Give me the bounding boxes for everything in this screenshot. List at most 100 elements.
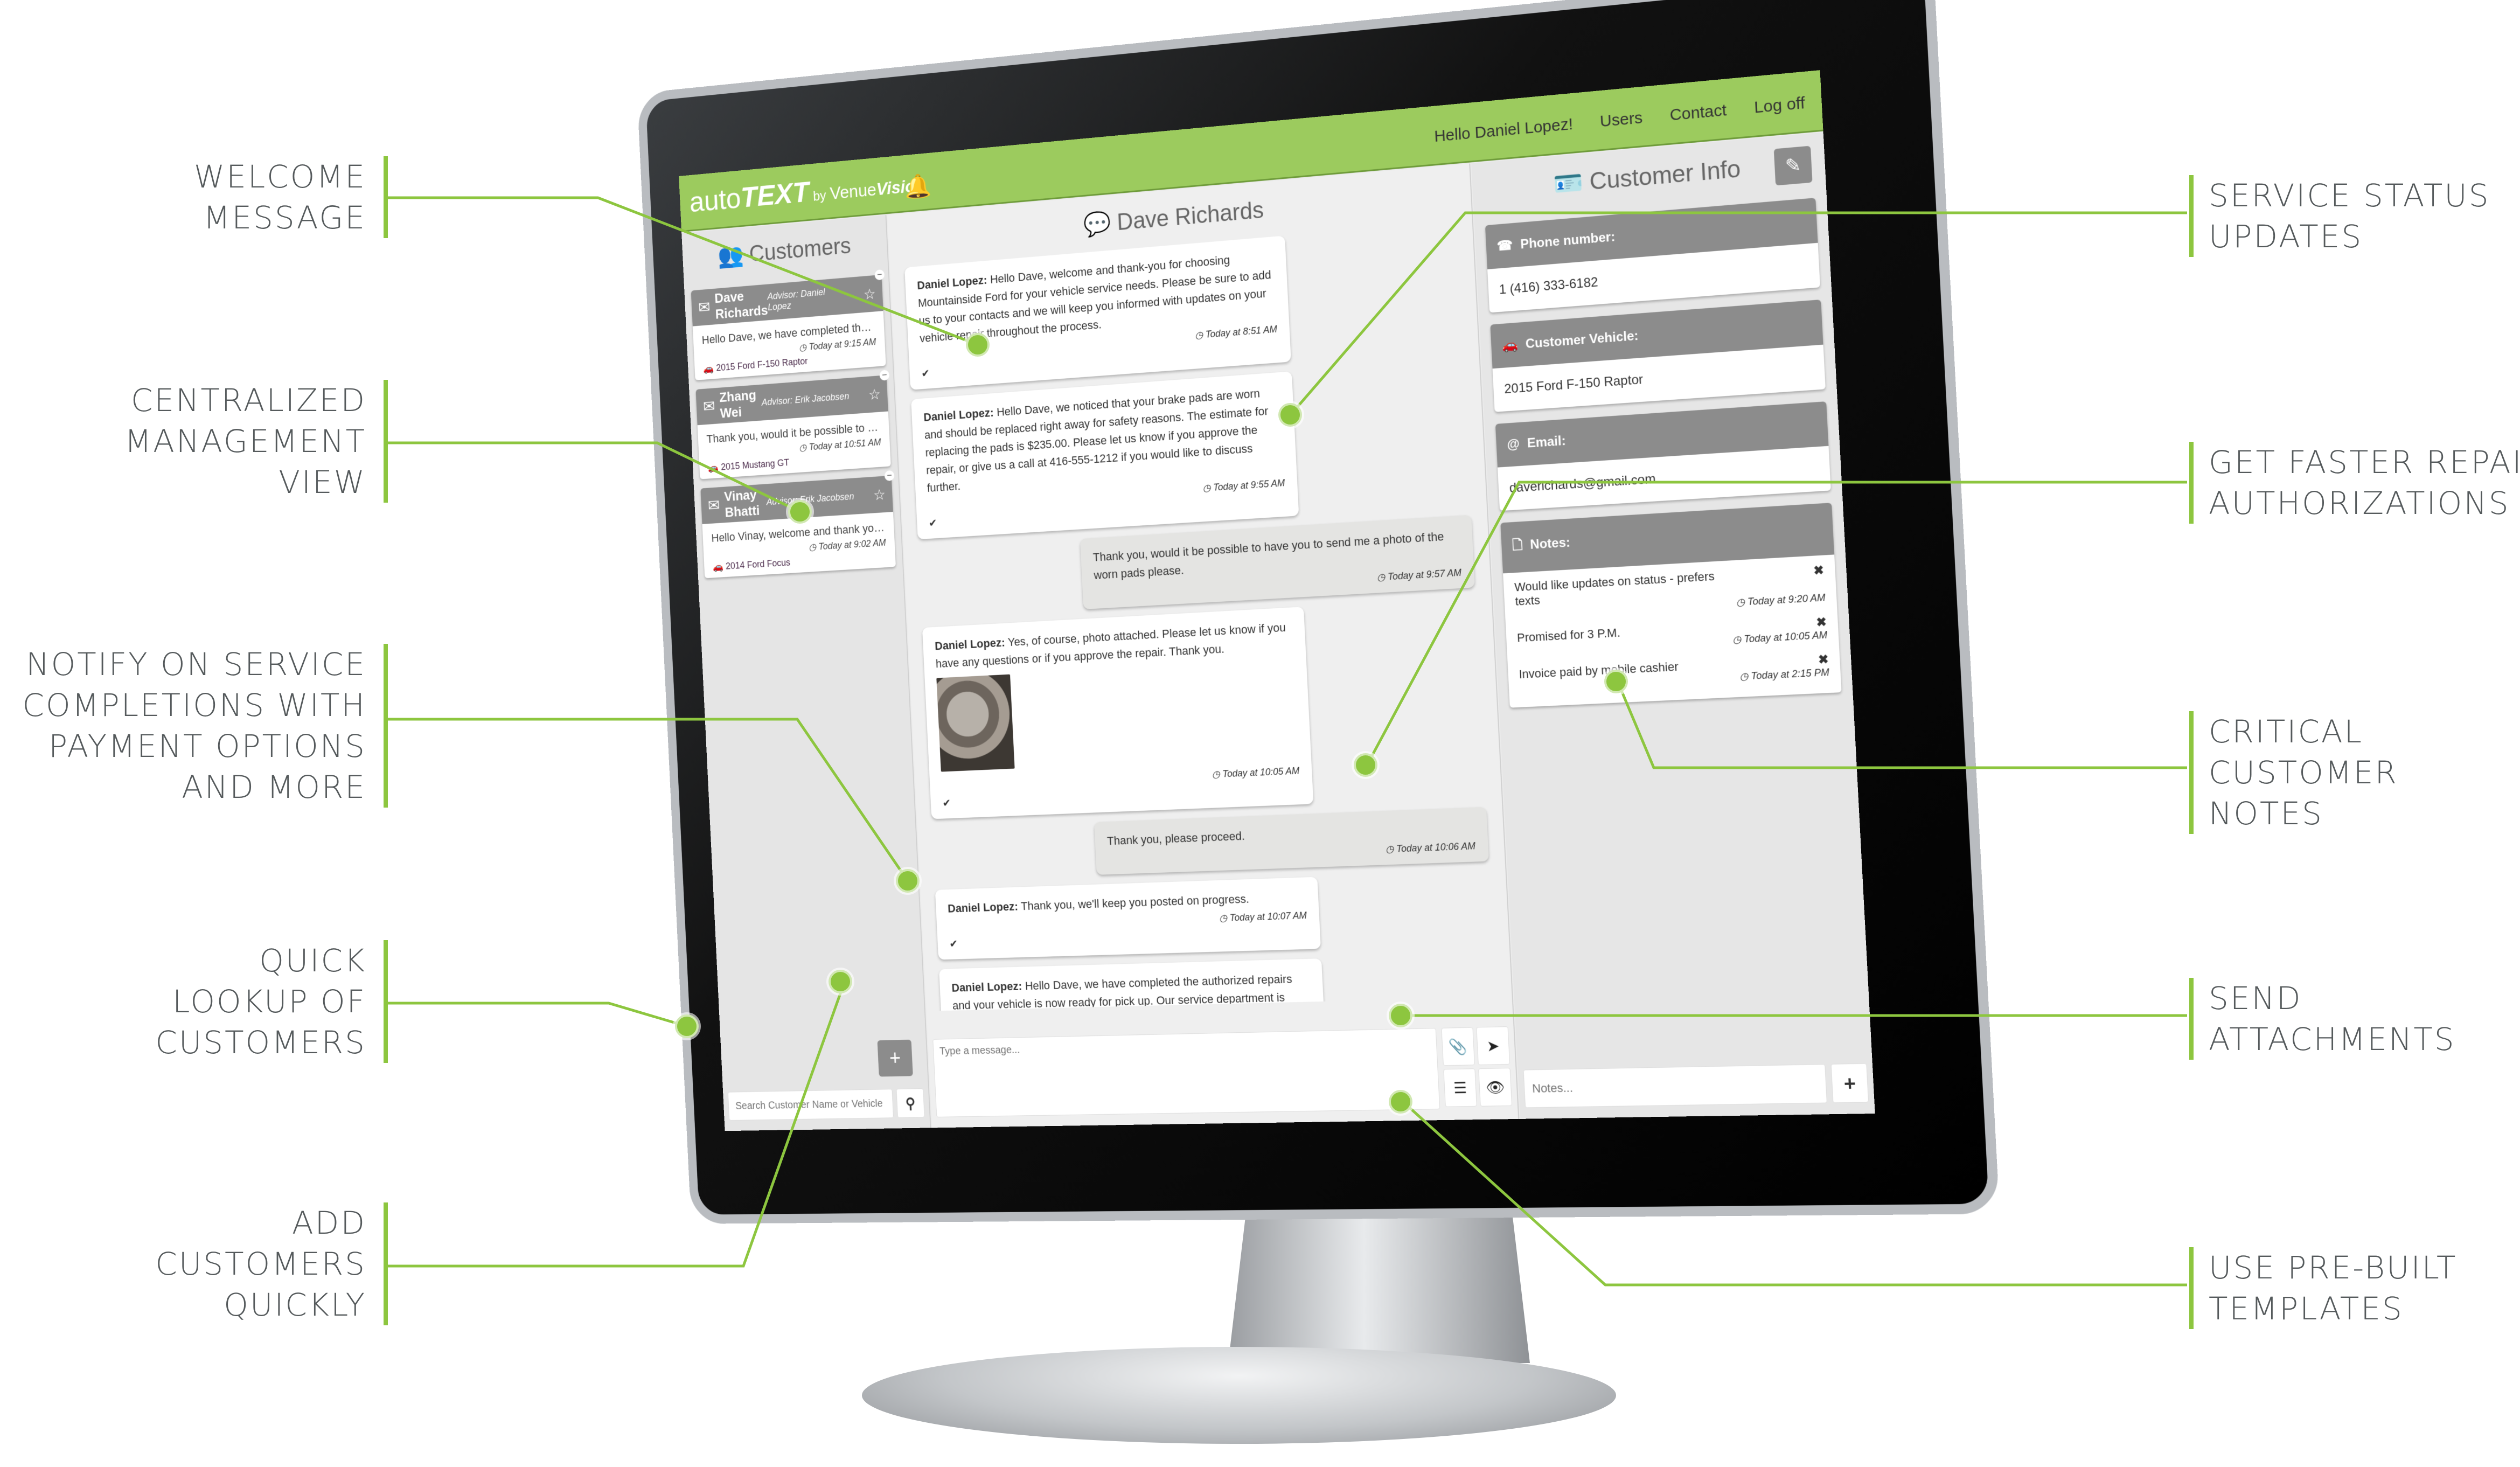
customer-search-input[interactable] (727, 1089, 894, 1121)
outgoing-message: Daniel Lopez: Hello Dave, we have comple… (939, 958, 1329, 1011)
callout-bar (2189, 175, 2194, 257)
clock-icon: ◷ (1739, 670, 1752, 683)
outgoing-message: Daniel Lopez: Thank you, we'll keep you … (935, 877, 1321, 960)
clock-icon: ◷ (1732, 634, 1744, 645)
compose-area: 📎 ➤ ☰ 👁 (932, 1026, 1513, 1117)
attached-photo[interactable] (936, 674, 1015, 772)
greeting: Hello Daniel Lopez! (1433, 115, 1574, 146)
note-text: Promised for 3 P.M. (1516, 625, 1621, 645)
templates-button[interactable]: ☰ (1443, 1068, 1477, 1107)
message-time-text: Today at 10:06 AM (1396, 840, 1476, 854)
callout-critical-notes: CRITICAL CUSTOMER NOTES (2189, 711, 2510, 834)
minus-icon[interactable]: − (874, 269, 885, 281)
plus-icon: + (1843, 1072, 1856, 1095)
compose-tools: 📎 ➤ ☰ 👁 (1441, 1026, 1513, 1109)
callout-line: LOOKUP OF (172, 983, 366, 1020)
send-button[interactable]: ➤ (1476, 1026, 1510, 1066)
notes-label: Notes: (1529, 535, 1571, 552)
nav-contact[interactable]: Contact (1669, 101, 1727, 125)
customers-title-text: Customers (748, 233, 852, 267)
top-nav: Hello Daniel Lopez! Users Contact Log of… (1434, 94, 1806, 146)
callout-bar (2189, 1247, 2194, 1329)
note-text: Would like updates on status - prefers t… (1514, 569, 1715, 608)
callout-repair-authorizations: GET FASTER REPAIR AUTHORIZATIONS (2189, 442, 2520, 524)
customer-name: Zhang Wei (719, 387, 757, 421)
add-note-button[interactable]: + (1830, 1063, 1869, 1103)
attach-button[interactable]: 📎 (1441, 1027, 1475, 1066)
clock-icon: ◷ (1212, 768, 1223, 780)
clock-icon: ◷ (1376, 571, 1388, 583)
notes-input[interactable] (1523, 1064, 1827, 1108)
envelope-icon: ✉ (707, 496, 720, 515)
vehicle-label: Customer Vehicle: (1525, 328, 1639, 352)
callout-line: NOTIFY ON SERVICE (26, 646, 366, 683)
customer-info-panel: 🪪 Customer Info ✎ ☎ Phone number: 1 (416) … (1471, 132, 1875, 1119)
minus-icon[interactable]: − (884, 470, 895, 482)
callout-line: NOTES (2209, 795, 2323, 832)
callout-bar (384, 1202, 388, 1325)
incoming-message: Thank you, would it be possible to have … (1080, 515, 1475, 610)
search-icon: ⚲ (905, 1095, 916, 1112)
callout-welcome-message: WELCOME MESSAGE (0, 156, 388, 238)
message-thread[interactable]: Daniel Lopez: Hello Dave, welcome and th… (890, 220, 1512, 1011)
outgoing-message: Daniel Lopez: Hello Dave, we noticed tha… (911, 371, 1299, 540)
customer-card[interactable]: ✉ Dave Richards Advisor: Daniel Lopez ☆ − Hel… (691, 269, 886, 380)
edit-customer-button[interactable]: ✎ (1773, 145, 1813, 186)
delete-note-icon[interactable]: ✖ (1734, 563, 1825, 597)
list-icon: ☰ (1453, 1079, 1467, 1097)
nav-log-off[interactable]: Log off (1753, 94, 1805, 117)
preview-button[interactable]: 👁 (1478, 1068, 1513, 1107)
customer-card[interactable]: ✉ Zhang Wei Advisor: Erik Jacobsen ☆ − Thank … (695, 370, 891, 479)
callout-line: AUTHORIZATIONS (2209, 485, 2510, 522)
add-user-icon: + (889, 1046, 902, 1070)
callout-line: SEND (2209, 980, 2302, 1017)
conversation-title-text: Dave Richards (1116, 197, 1265, 235)
star-icon[interactable]: ☆ (868, 385, 881, 403)
pencil-icon: ✎ (1784, 154, 1802, 177)
minus-icon[interactable]: − (879, 370, 890, 381)
customer-time-text: Today at 10:51 AM (809, 436, 881, 453)
add-customer-button[interactable]: + (877, 1039, 913, 1077)
callout-add-customers: ADD CUSTOMERS QUICKLY (0, 1202, 388, 1325)
callout-line: GET FASTER REPAIR (2209, 444, 2520, 481)
callout-bar (2189, 442, 2194, 524)
nav-users[interactable]: Users (1599, 109, 1643, 131)
callout-line: WELCOME (193, 158, 366, 195)
callout-line: AND MORE (182, 769, 366, 805)
message-body: Thank you, please proceed. (1106, 829, 1245, 848)
star-icon[interactable]: ☆ (873, 485, 886, 503)
car-icon: 🚗 (702, 363, 716, 374)
clock-icon: ◷ (798, 442, 810, 453)
callout-quick-lookup: QUICK LOOKUP OF CUSTOMERS (0, 940, 388, 1063)
users-icon: 👥 (717, 242, 744, 269)
callout-line: TEMPLATES (2209, 1290, 2404, 1327)
callout-line: CRITICAL (2209, 713, 2363, 750)
message-input[interactable] (932, 1028, 1440, 1117)
callout-line: PAYMENT OPTIONS (48, 728, 366, 764)
car-icon: 🚗 (1501, 337, 1519, 353)
clock-icon: ◷ (1736, 596, 1748, 608)
search-button[interactable]: ⚲ (896, 1088, 925, 1118)
message-time-text: Today at 9:55 AM (1213, 477, 1285, 493)
message-sender: Daniel Lopez: (934, 636, 1006, 653)
note-text: Invoice paid by mobile cashier (1518, 659, 1679, 682)
callout-line: CUSTOMERS (155, 1246, 366, 1282)
message-text: Daniel Lopez: Yes, of course, photo atta… (935, 618, 1294, 673)
callout-bar (384, 940, 388, 1063)
callout-line: QUICK (259, 942, 366, 979)
star-icon[interactable]: ☆ (863, 285, 876, 303)
callout-centralized-management: CENTRALIZED MANAGEMENT VIEW (0, 380, 388, 503)
customer-card[interactable]: ✉ Vinay Bhatti Advisor: Erik Jacobsen ☆ − Hel… (700, 470, 896, 579)
callout-bar (384, 644, 388, 808)
app-screen: autoTEXT by VenueVision 🔔 Hello Daniel Lop… (679, 70, 1875, 1131)
bell-icon[interactable]: 🔔 (904, 171, 932, 201)
callout-line: COMPLETIONS WITH (22, 687, 366, 724)
brand-text: TEXT (740, 175, 810, 214)
notes-card: 🗋 Notes: Would like updates on status - p… (1500, 503, 1842, 708)
email-label: Email: (1527, 433, 1567, 451)
paper-plane-icon: ➤ (1486, 1037, 1500, 1055)
callout-bar (384, 380, 388, 503)
connector-lookup (388, 1002, 687, 1028)
message-sender: Daniel Lopez: (916, 273, 987, 293)
message-time-text: Today at 10:05 AM (1222, 765, 1300, 780)
